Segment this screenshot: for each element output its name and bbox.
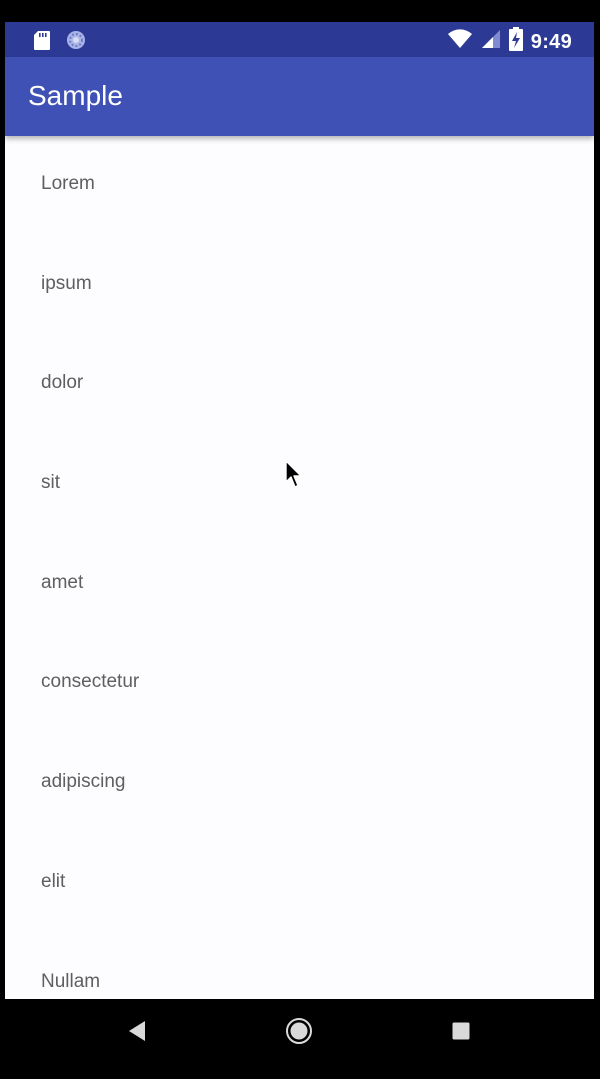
- screen: 9:49 Sample Lorem ipsum dolor sit amet c: [5, 22, 594, 999]
- list-item[interactable]: adipiscing: [5, 734, 594, 834]
- list-item[interactable]: consectetur: [5, 634, 594, 734]
- device-frame: 9:49 Sample Lorem ipsum dolor sit amet c: [0, 0, 600, 1079]
- list-item[interactable]: Nullam: [5, 934, 594, 1000]
- back-icon: [127, 1020, 147, 1047]
- mouse-pointer-icon: [285, 460, 303, 490]
- status-bar: 9:49: [5, 22, 594, 57]
- list-item-label: adipiscing: [41, 771, 126, 793]
- list-item-label: consectetur: [41, 671, 140, 693]
- item-list[interactable]: Lorem ipsum dolor sit amet consectetur a…: [5, 136, 594, 999]
- list-item[interactable]: elit: [5, 834, 594, 934]
- list-item-label: amet: [41, 571, 84, 593]
- list-item[interactable]: amet: [5, 535, 594, 635]
- list-item-label: Lorem: [41, 173, 95, 194]
- back-button[interactable]: [117, 1013, 157, 1053]
- app-title: Sample: [28, 80, 123, 111]
- navigation-bar: [0, 999, 600, 1079]
- home-icon: [285, 1017, 313, 1050]
- recents-button[interactable]: [441, 1013, 481, 1053]
- sync-circle-icon: [65, 29, 87, 56]
- cell-signal-icon: [481, 28, 501, 55]
- list-item[interactable]: Lorem: [5, 136, 594, 236]
- list-item[interactable]: ipsum: [5, 236, 594, 336]
- list-item-label: sit: [41, 472, 60, 494]
- home-button[interactable]: [279, 1013, 319, 1053]
- list-item[interactable]: dolor: [5, 335, 594, 435]
- status-time: 9:49: [530, 30, 572, 53]
- list-item-label: ipsum: [41, 272, 92, 294]
- list-item-label: elit: [41, 870, 66, 892]
- wifi-icon: [447, 28, 473, 55]
- sd-card-icon: [33, 30, 51, 56]
- app-bar: Sample: [5, 57, 594, 136]
- list-item-label: dolor: [41, 372, 84, 394]
- list-item-label: Nullam: [41, 970, 101, 992]
- recents-icon: [452, 1022, 470, 1045]
- battery-charging-icon: [508, 27, 523, 56]
